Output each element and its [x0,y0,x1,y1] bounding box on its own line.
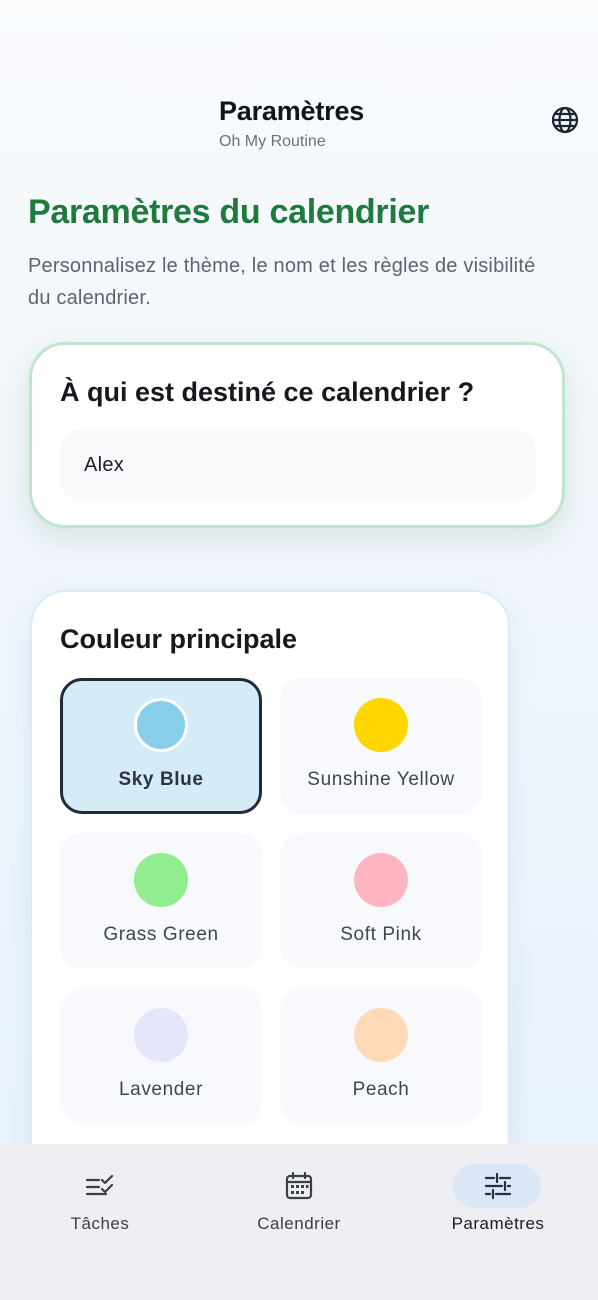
main-color-card: Couleur principale Sky Blue Sunshine Yel… [30,590,510,1190]
nav-label-calendrier: Calendrier [257,1214,341,1233]
calendar-icon [285,1171,313,1200]
color-option-grass-green[interactable]: Grass Green [60,833,262,969]
main-color-title: Couleur principale [60,624,298,654]
calendar-owner-card: À qui est destiné ce calendrier ? [29,342,565,528]
color-option-lavender[interactable]: Lavender [60,988,262,1124]
bottom-navigation: Tâches Calendrier Paramètres [0,1144,598,1300]
nav-item-parametres[interactable]: Paramètres [418,1144,578,1244]
color-option-label: Grass Green [103,924,219,945]
calendar-owner-title: À qui est destiné ce calendrier ? [60,377,475,407]
color-option-label: Soft Pink [340,924,422,945]
color-option-label: Peach [352,1079,410,1100]
color-dot [354,1008,408,1062]
header-title: Paramètres [219,96,365,126]
color-option-soft-pink[interactable]: Soft Pink [280,833,482,969]
color-option-sunshine-yellow[interactable]: Sunshine Yellow [280,678,482,814]
nav-label-parametres: Paramètres [451,1214,545,1233]
color-option-peach[interactable]: Peach [280,988,482,1124]
header-subtitle: Oh My Routine [219,133,326,150]
sliders-icon [484,1172,512,1200]
calendar-owner-input[interactable] [60,429,536,501]
nav-label-taches: Tâches [70,1214,130,1233]
color-option-label: Sunshine Yellow [307,769,455,790]
app-header: Paramètres Oh My Routine [0,96,598,156]
color-option-label: Lavender [118,1079,204,1100]
color-dot [134,853,188,907]
checklist-icon [85,1174,114,1196]
page-description: Personnalisez le thème, le nom et les rè… [28,255,536,309]
color-dot [354,853,408,907]
color-dot [354,698,408,752]
color-option-sky-blue[interactable]: Sky Blue [60,678,262,814]
page-heading: Paramètres du calendrier [28,193,429,231]
globe-icon[interactable] [550,105,580,135]
nav-item-taches[interactable]: Tâches [20,1144,180,1244]
nav-item-calendrier[interactable]: Calendrier [219,1144,379,1244]
color-option-label: Sky Blue [118,769,204,790]
color-dot [134,1008,188,1062]
color-dot [134,698,188,752]
